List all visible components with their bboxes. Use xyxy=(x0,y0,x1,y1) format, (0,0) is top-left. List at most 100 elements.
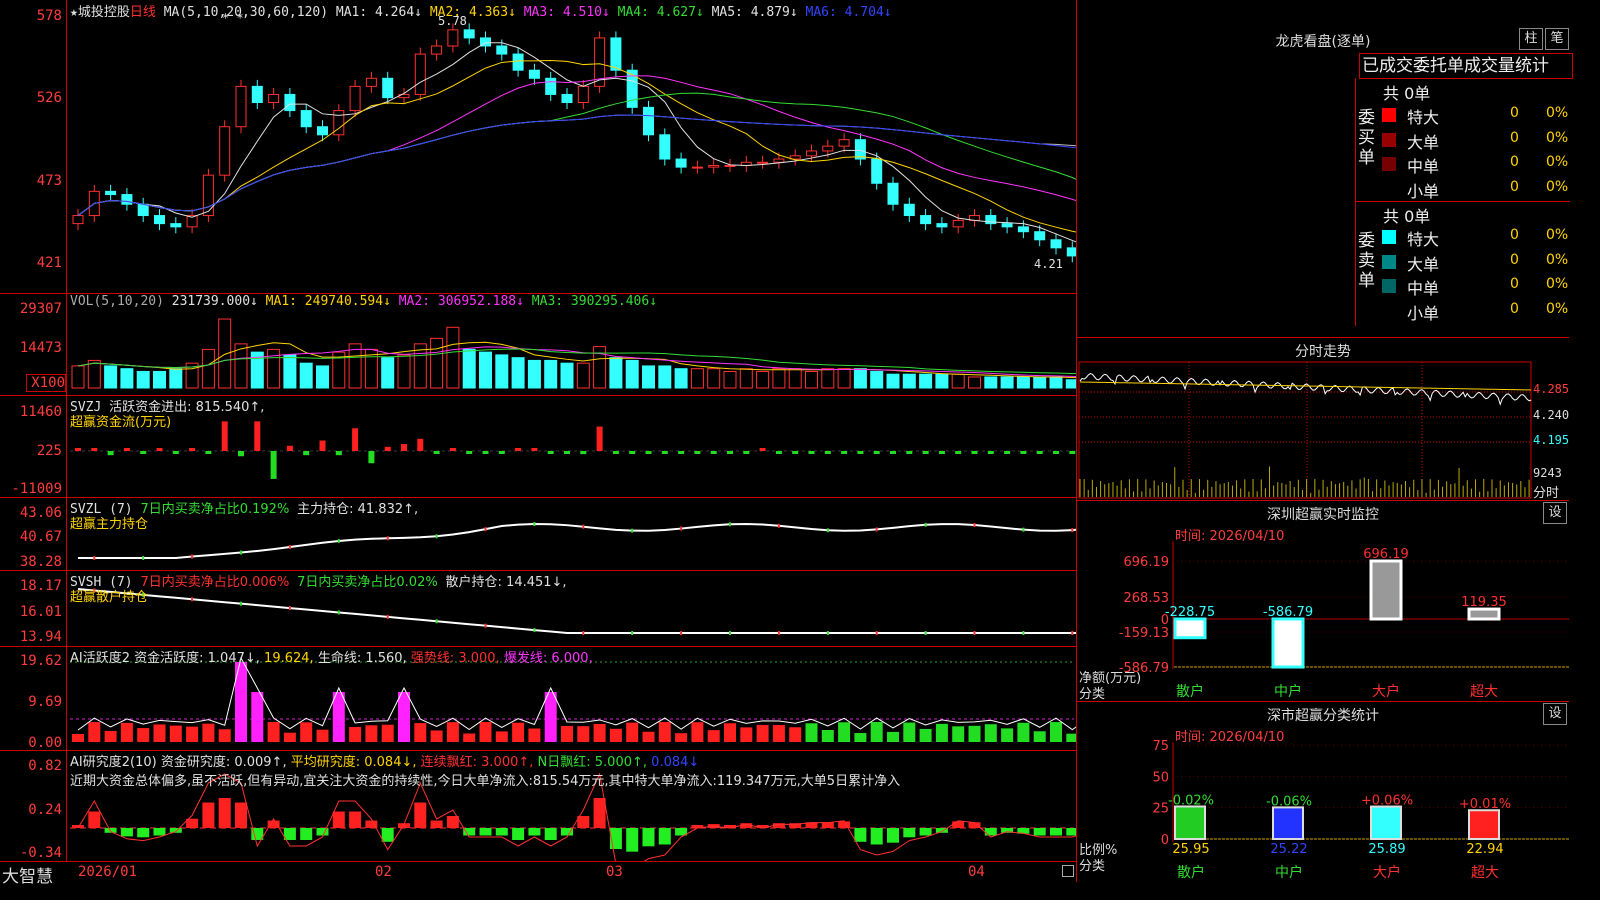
order-percent: 0% xyxy=(1546,129,1569,146)
date-tick: 03 xyxy=(606,864,623,880)
svzj-bar xyxy=(678,451,685,454)
szm-tick: 696.19 xyxy=(1124,555,1170,570)
szm-bar xyxy=(1467,607,1501,621)
intraday-avg-line xyxy=(1079,381,1532,391)
stock-name[interactable]: 城投控股 xyxy=(78,5,130,20)
ai-research-header: AI研究度2(10) 资金研究度: 0.009↑, 平均研究度: 0.084↓,… xyxy=(70,751,699,770)
price-panel[interactable]: 578 526 473 421 ★城投控股日线 MA(5,10,20,30,60… xyxy=(0,0,1076,294)
svzl-panel[interactable]: 43.06 40.67 38.28 SVZL (7) 7日内买卖净占比0.192… xyxy=(0,498,1076,571)
order-row: 大单 0 0% xyxy=(1382,129,1570,152)
order-type: 中单 xyxy=(1407,279,1440,298)
volume-bar xyxy=(283,354,297,389)
szc-value-label: 25.95 xyxy=(1172,842,1209,857)
ai-research-bar xyxy=(854,828,867,842)
lock-icon[interactable] xyxy=(1062,865,1074,877)
svzj-panel[interactable]: 11460 225 -11009 SVZJ 活跃资金进出: 815.540↑, … xyxy=(0,396,1076,498)
svsh-line-tick xyxy=(533,628,536,633)
order-row: 中单 0 0% xyxy=(1382,153,1570,176)
intraday-panel[interactable]: 分时走势 4.285 4.240 4.195 9243 分时 xyxy=(1076,338,1569,501)
volume-panel[interactable]: 29307 14473 X100 VOL(5,10,20) 231739.000… xyxy=(0,294,1076,396)
volume-bar xyxy=(1065,379,1076,389)
ai-active-bar xyxy=(202,723,215,742)
svzl-line-tick xyxy=(924,522,927,527)
svsh-line-tick xyxy=(777,631,780,635)
candle-body xyxy=(1001,223,1013,228)
ai-research-bar xyxy=(642,828,655,847)
ai-active-strong: 强势线: 3.000, xyxy=(410,651,500,666)
svzj-bar xyxy=(140,451,147,454)
volume-bar xyxy=(805,370,818,389)
svzj-bar xyxy=(172,451,179,454)
sz-class-chart[interactable]: 75 50 25 0 -0.02% 25.95 散户 -0.06% 25.22 中户 +0.06% 2… xyxy=(1077,702,1569,882)
ai-active-bar xyxy=(789,727,802,742)
sz-monitor-xlabel: 分类 xyxy=(1079,687,1106,702)
buy-total: 共 0单 xyxy=(1383,84,1431,103)
volume-bar xyxy=(201,348,215,389)
ai-active-bar xyxy=(642,731,655,742)
order-count: 0 xyxy=(1510,129,1519,146)
ai-research-bar xyxy=(1066,828,1076,836)
svsh-line xyxy=(77,588,1076,634)
ai-research-res: 资金研究度: 0.009↑, xyxy=(160,755,287,770)
szm-bar xyxy=(1173,617,1207,640)
ai-active-bar xyxy=(854,733,867,742)
volume-bar xyxy=(462,348,476,389)
svzl-line-tick xyxy=(93,556,96,560)
sz-monitor-chart[interactable]: 696.19268.530-159.13-586.79-228.75散户-586… xyxy=(1077,501,1569,701)
svzj-bar xyxy=(955,451,962,454)
period-label[interactable]: 日线 xyxy=(130,5,156,20)
candle-body xyxy=(1066,247,1076,257)
candle-body xyxy=(284,93,296,112)
svzl-line-tick xyxy=(680,526,683,531)
sz-monitor-panel[interactable]: 深圳超赢实时监控 设 时间: 2026/04/10 696.19 268.53 0-… xyxy=(1076,501,1569,702)
szm-tick: 268.53 xyxy=(1124,591,1170,606)
ai-research-bar xyxy=(218,798,231,828)
svzj-bar xyxy=(270,451,277,479)
ai-active-bar xyxy=(218,729,231,742)
ai-active-bar xyxy=(120,722,133,742)
candle-body xyxy=(708,164,720,168)
candle-body xyxy=(757,161,769,164)
brand-logo: 大智慧 xyxy=(2,867,53,887)
volume-bar xyxy=(870,370,884,389)
szc-tick: 75 xyxy=(1152,739,1169,754)
intraday-chart[interactable] xyxy=(1077,338,1569,500)
ai-research-bar xyxy=(332,811,345,828)
ai-research-name: AI研究度2(10) xyxy=(70,755,157,770)
ai-research-bar xyxy=(120,828,133,837)
low-price-label: 4.21 xyxy=(1034,257,1063,271)
ai-research-bar xyxy=(88,811,101,828)
svsh-panel[interactable]: 18.17 16.01 13.94 SVSH (7) 7日内买卖净占比0.006… xyxy=(0,571,1076,647)
ai-research-panel[interactable]: 0.82 0.24 -0.34 AI研究度2(10) 资金研究度: 0.009↑… xyxy=(0,751,1076,861)
candle-body xyxy=(577,85,589,104)
volume-chart[interactable] xyxy=(0,294,1076,395)
volume-bar xyxy=(968,376,981,389)
volume-bar xyxy=(495,354,509,389)
svzj-bar xyxy=(857,451,864,454)
szc-tick: 0 xyxy=(1161,833,1169,848)
svzj-bar xyxy=(922,451,929,454)
candle-body xyxy=(349,85,361,112)
order-count: 0 xyxy=(1510,227,1519,243)
candle-body xyxy=(365,77,377,87)
order-color-swatch xyxy=(1382,108,1396,122)
ai-active-panel[interactable]: 19.62 9.69 0.00 AI活跃度2 资金活跃度: 1.047↓, 19… xyxy=(0,647,1076,751)
ai-research-bar xyxy=(349,811,362,828)
sz-class-panel[interactable]: 深市超赢分类统计 设 时间: 2026/04/10 75 50 25 0 -0.02% 2… xyxy=(1076,702,1569,882)
order-percent: 0% xyxy=(1546,251,1569,268)
candle-body xyxy=(920,215,932,225)
price-chart[interactable] xyxy=(0,0,1076,293)
candle-body xyxy=(447,29,459,47)
svsh-line-tick xyxy=(826,631,829,635)
svsh-line-tick xyxy=(680,631,683,635)
tick-toggle-button[interactable]: 笔 xyxy=(1545,28,1569,50)
svsh-hold: 散户持仓: 14.451↓, xyxy=(445,575,567,590)
szm-category: 中户 xyxy=(1274,683,1302,700)
candle-body xyxy=(317,126,328,136)
column-toggle-button[interactable]: 柱 xyxy=(1519,28,1543,50)
svzj-bar xyxy=(759,448,766,451)
svzj-bar xyxy=(482,451,489,454)
ai-active-bar xyxy=(381,724,394,742)
ai-research-bar xyxy=(838,821,851,828)
ai-research-bar xyxy=(984,828,997,836)
